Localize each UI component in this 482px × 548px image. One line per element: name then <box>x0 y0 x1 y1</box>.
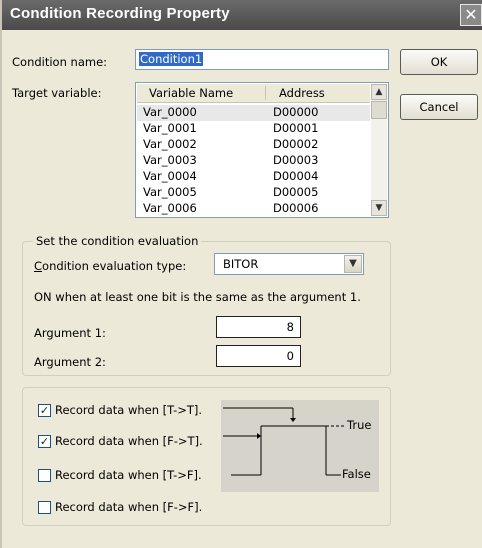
scroll-down-icon[interactable]: ▼ <box>371 200 387 216</box>
list-scrollbar[interactable]: ▲ ▼ <box>371 84 387 216</box>
window-title: Condition Recording Property <box>10 5 230 22</box>
condition-recording-dialog: Condition Recording Property ✕ Condition… <box>0 0 482 548</box>
condition-name-label: Condition name: <box>12 55 108 69</box>
evaluation-type-label: Condition evaluation type: <box>34 259 187 273</box>
chevron-down-icon[interactable]: ▼ <box>344 255 362 273</box>
list-item[interactable]: Var_0006 D00006 <box>137 201 370 217</box>
true-label: True <box>347 418 372 432</box>
evaluation-description: ON when at least one bit is the same as … <box>34 290 361 304</box>
column-divider <box>265 86 266 100</box>
false-label: False <box>342 467 371 481</box>
cancel-button[interactable]: Cancel <box>400 94 478 120</box>
list-item[interactable]: Var_0003 D00003 <box>137 153 370 169</box>
list-item[interactable]: Var_0004 D00004 <box>137 169 370 185</box>
list-item[interactable]: Var_0001 D00001 <box>137 121 370 137</box>
close-icon[interactable]: ✕ <box>460 4 482 26</box>
evaluation-type-value: BITOR <box>223 257 259 271</box>
record-tt-checkbox[interactable]: ✓ <box>38 404 51 417</box>
record-tf-checkbox[interactable] <box>38 469 51 482</box>
record-ff-checkbox[interactable] <box>38 501 51 514</box>
record-ft-label[interactable]: Record data when [F->T]. <box>55 434 203 448</box>
column-header-address[interactable]: Address <box>279 86 325 100</box>
column-header-variable-name[interactable]: Variable Name <box>149 86 233 100</box>
title-bar[interactable]: Condition Recording Property ✕ <box>2 0 482 30</box>
record-ft-checkbox[interactable]: ✓ <box>38 435 51 448</box>
list-item[interactable]: Var_0000 D00000 <box>137 105 370 121</box>
evaluation-type-select[interactable]: BITOR ▼ <box>214 253 364 275</box>
target-variable-list[interactable]: Variable Name Address Var_0000 D00000 Var… <box>135 82 389 218</box>
list-item[interactable]: Var_0005 D00005 <box>137 185 370 201</box>
record-tt-label[interactable]: Record data when [T->T]. <box>55 403 202 417</box>
argument2-input[interactable]: 0 <box>216 345 301 367</box>
scroll-thumb[interactable] <box>371 101 387 119</box>
record-tf-label[interactable]: Record data when [T->F]. <box>55 468 202 482</box>
list-header: Variable Name Address <box>137 84 370 103</box>
ok-button[interactable]: OK <box>400 49 478 75</box>
evaluation-group-title: Set the condition evaluation <box>33 234 202 248</box>
condition-name-input[interactable]: Condition1 <box>135 49 389 70</box>
timing-diagram: True False <box>221 400 379 492</box>
target-variable-label: Target variable: <box>12 86 102 100</box>
record-ff-label[interactable]: Record data when [F->F]. <box>55 500 202 514</box>
scroll-up-icon[interactable]: ▲ <box>371 84 387 100</box>
argument1-label: Argument 1: <box>34 326 106 340</box>
condition-name-value: Condition1 <box>139 52 204 66</box>
argument2-label: Argument 2: <box>34 355 106 369</box>
list-item[interactable]: Var_0002 D00002 <box>137 137 370 153</box>
argument1-input[interactable]: 8 <box>216 316 301 338</box>
